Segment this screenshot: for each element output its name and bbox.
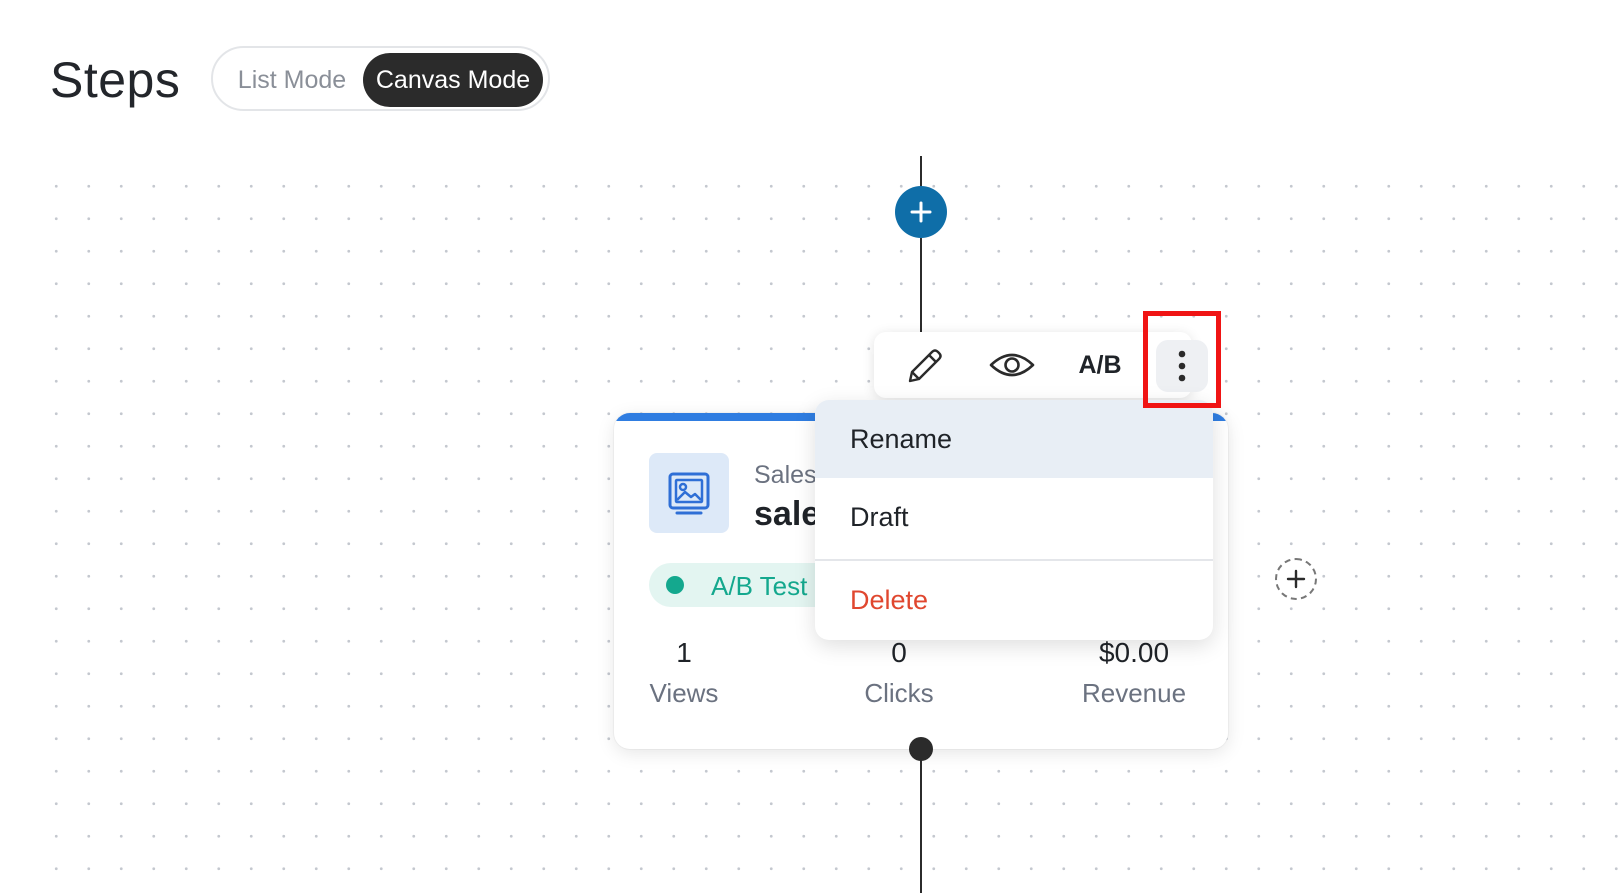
- list-mode-button[interactable]: List Mode: [221, 53, 363, 107]
- menu-item-delete[interactable]: Delete: [815, 561, 1213, 639]
- ab-test-badge-label: A/B Test: [711, 571, 808, 601]
- connector-node[interactable]: [909, 737, 933, 761]
- step-name: sale: [754, 495, 821, 533]
- plus-icon: [1286, 569, 1306, 589]
- pencil-icon: [908, 349, 942, 383]
- add-branch-button[interactable]: [1275, 558, 1317, 600]
- stat-label: Revenue: [1081, 678, 1187, 708]
- preview-step-button[interactable]: [982, 338, 1042, 392]
- menu-item-draft[interactable]: Draft: [815, 478, 1213, 556]
- step-thumbnail: [649, 453, 729, 533]
- stat-value: $0.00: [1098, 637, 1170, 668]
- stat-views: 1 Views: [639, 635, 729, 711]
- stat-label: Clicks: [864, 678, 934, 708]
- canvas-mode-button[interactable]: Canvas Mode: [363, 53, 543, 107]
- connector-line-middle: [920, 238, 922, 334]
- add-step-button[interactable]: [895, 186, 947, 238]
- image-icon: [668, 472, 710, 515]
- stat-clicks: 0 Clicks: [849, 635, 949, 711]
- connector-line-top: [920, 156, 922, 188]
- stat-label: Views: [649, 678, 719, 708]
- ab-test-button[interactable]: A/B: [1064, 338, 1136, 392]
- eye-icon: [989, 353, 1035, 377]
- stat-revenue: $0.00 Revenue: [1064, 635, 1204, 711]
- stat-value: 0: [891, 637, 907, 668]
- step-toolbar: A/B: [874, 332, 1208, 398]
- menu-item-rename[interactable]: Rename: [815, 400, 1213, 478]
- plus-icon: [910, 201, 932, 223]
- status-dot: [666, 576, 684, 594]
- stat-value: 1: [676, 637, 692, 668]
- step-options-menu: Rename Draft Delete: [815, 400, 1213, 640]
- more-options-button[interactable]: [1156, 340, 1208, 392]
- edit-step-button[interactable]: [894, 338, 954, 392]
- kebab-menu-icon: [1178, 350, 1186, 382]
- view-mode-toggle: List Mode Canvas Mode: [211, 46, 550, 111]
- connector-line-bottom: [920, 760, 922, 893]
- step-type-label: Sales: [754, 461, 817, 489]
- page-title: Steps: [50, 52, 181, 108]
